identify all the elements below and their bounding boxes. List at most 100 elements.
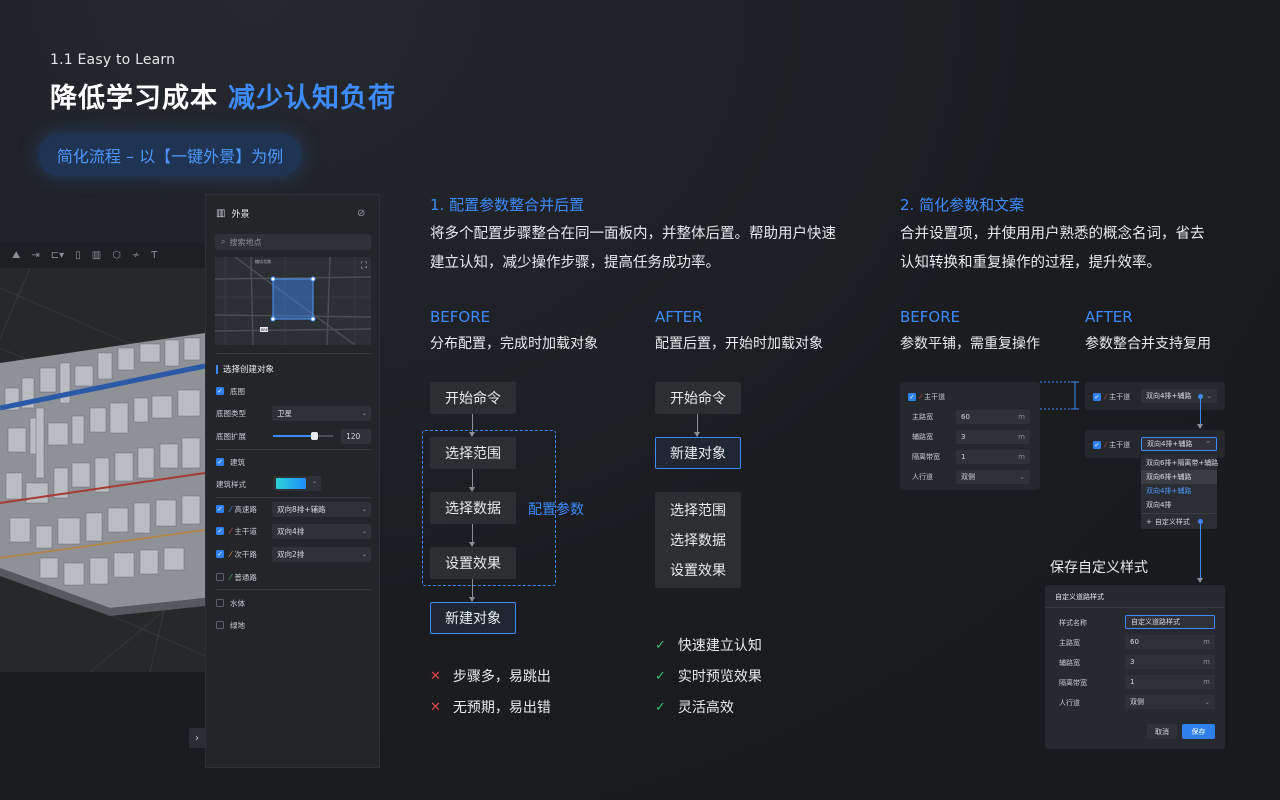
field-input[interactable]: 1m [1125, 675, 1215, 689]
building-style-picker[interactable]: ⌄ [273, 476, 321, 491]
field-input[interactable]: 1m [956, 450, 1030, 464]
road-style-select[interactable]: 双向4排 ⌄ [272, 523, 371, 539]
pro-item: ✓ 快速建立认知 [655, 635, 762, 655]
dropdown-option[interactable]: 双向4排 [1141, 498, 1217, 512]
flow-arrow [1197, 524, 1203, 583]
road-row-normal[interactable]: ⁄ 普通路 [216, 569, 371, 585]
dropdown-option[interactable]: 双向6排+隔离带+辅路 [1141, 456, 1218, 470]
extend-value: 120 [346, 431, 361, 441]
road-label: 主干道 [1109, 393, 1131, 401]
cross-icon: ✕ [430, 668, 441, 684]
style-name-input[interactable]: 自定义道路样式 [1125, 615, 1215, 629]
dropdown-option[interactable]: 双向6排+辅路 [1141, 470, 1217, 484]
chevron-down-icon: ⌄ [1019, 473, 1025, 481]
flow-step: 选择范围 [430, 437, 516, 469]
field-value: 1 [1130, 678, 1135, 686]
water-label: 水体 [230, 598, 245, 608]
flow-arrow [469, 579, 475, 602]
checkbox[interactable] [216, 599, 224, 607]
field-unit: m [1018, 433, 1025, 441]
chevron-down-icon: ⌄ [1206, 392, 1212, 400]
align-tool-icon[interactable]: ⊏▾ [51, 250, 64, 261]
field-unit: m [1018, 453, 1025, 461]
checkbox[interactable]: ✓ [216, 505, 224, 513]
field-select[interactable]: 双侧 ⌄ [1125, 695, 1215, 709]
checkbox[interactable]: ✓ [216, 550, 224, 558]
extend-value-input[interactable]: 120 [341, 428, 371, 444]
field-unit: m [1203, 678, 1210, 686]
extend-slider[interactable] [273, 432, 333, 440]
road-header: ✓ ⁄ 主干道 [908, 392, 945, 402]
checkbox[interactable] [216, 621, 224, 629]
building-style-label: 建筑样式 [216, 479, 246, 489]
dropdown-menu: 双向6排+隔离带+辅路 双向6排+辅路 双向4排+辅路 双向4排 + 自定义样式 [1141, 455, 1218, 529]
road-style-select[interactable]: 双向4排+辅路 ⌄ [1141, 389, 1217, 403]
building-toggle[interactable]: ✓ 建筑 [216, 454, 371, 470]
panel-header: ▥ 外景 [216, 207, 249, 220]
field-select[interactable]: 双侧 ⌄ [956, 470, 1030, 484]
basemap-toggle[interactable]: ✓ 底图 [216, 383, 371, 399]
road-style-select[interactable]: 双向8排+辅路 ⌄ [272, 501, 371, 517]
terrain-tool-icon[interactable]: ⛰ [12, 250, 20, 261]
grouped-step: 选择数据 [670, 533, 726, 549]
save-button[interactable]: 保存 [1182, 724, 1215, 739]
panel-settings-icon[interactable]: ⊘ [357, 208, 365, 219]
road-style-select[interactable]: 双向2排 ⌄ [272, 546, 371, 562]
field-label: 辅路宽 [912, 433, 933, 441]
road-row-highway[interactable]: ✓ ⁄ 高速路 双向8排+辅路 ⌄ [216, 501, 371, 517]
flow-step: 选择数据 [430, 492, 516, 524]
cancel-button[interactable]: 取消 [1147, 724, 1177, 739]
section-title: 选择创建对象 [216, 363, 274, 375]
cube-tool-icon[interactable]: ⬡ [112, 250, 121, 261]
flow-step-create: 新建对象 [655, 437, 741, 469]
slider-handle[interactable] [311, 432, 318, 440]
chevron-right-icon: › [195, 732, 199, 744]
field-input[interactable]: 60 m [1125, 635, 1215, 649]
field-input[interactable]: 3m [1125, 655, 1215, 669]
basemap-type-row: 底图类型 卫星 ⌄ [216, 405, 371, 421]
text-tool-icon[interactable]: Ƭ [151, 250, 157, 261]
checkbox[interactable] [216, 573, 224, 581]
field-label: 主路宽 [1059, 639, 1080, 647]
divider [215, 497, 371, 498]
checkbox[interactable]: ✓ [216, 527, 224, 535]
road-label: 主干道 [1109, 441, 1131, 449]
style-name-value: 自定义道路样式 [1131, 618, 1180, 626]
road-style-select[interactable]: 双向4排+辅路 ⌃ [1141, 437, 1217, 451]
road-label: 主干道 [924, 393, 946, 401]
s2-after-sub: 参数整合并支持复用 [1085, 336, 1211, 352]
road-style-value: 双向4排 [277, 526, 305, 536]
field-value: 1 [961, 453, 966, 461]
divider [1141, 513, 1217, 514]
import-tool-icon[interactable]: ⇥ [31, 250, 39, 261]
path-tool-icon[interactable]: ≁ [132, 250, 140, 261]
water-toggle[interactable]: 水体 [216, 595, 371, 611]
road-row-secondary[interactable]: ✓ ⁄ 次干路 双向2排 ⌄ [216, 546, 371, 562]
map-label-top: 糖坊北路 [255, 259, 271, 264]
custom-style-option[interactable]: + 自定义样式 [1141, 515, 1217, 529]
checkbox[interactable]: ✓ [1093, 441, 1101, 449]
checkbox[interactable]: ✓ [1093, 393, 1101, 401]
checkbox[interactable]: ✓ [216, 458, 224, 466]
dropdown-option-selected[interactable]: 双向4排+辅路 [1141, 484, 1217, 498]
con-item: ✕ 步骤多，易跳出 [430, 666, 551, 686]
green-toggle[interactable]: 绿地 [216, 617, 371, 633]
field-input[interactable]: 60 m [956, 410, 1030, 424]
field-input[interactable]: 3m [956, 430, 1030, 444]
minimap[interactable]: 糖坊北路 BRE ⛶ [215, 257, 371, 345]
road-icon: ⁄ [920, 393, 922, 401]
road-icon: ⁄ [230, 504, 232, 514]
section1-desc-2: 建立认知，减少操作步骤，提高任务成功率。 [430, 255, 720, 271]
basemap-label: 底图 [230, 386, 245, 396]
basemap-type-select[interactable]: 卫星 ⌄ [272, 405, 371, 421]
search-input[interactable]: ⌕ 搜索地点 [215, 234, 371, 250]
checkbox[interactable]: ✓ [908, 393, 916, 401]
panel-tool-icon[interactable]: ▯ [75, 250, 81, 261]
checkbox[interactable]: ✓ [216, 387, 224, 395]
basemap-type-label: 底图类型 [216, 408, 246, 418]
fullscreen-icon[interactable]: ⛶ [361, 261, 367, 271]
expand-panel-button[interactable]: › [189, 728, 205, 748]
building-tool-icon[interactable]: ▥ [92, 250, 101, 261]
field-value: 60 [1130, 638, 1139, 646]
road-row-main[interactable]: ✓ ⁄ 主干道 双向4排 ⌄ [216, 523, 371, 539]
